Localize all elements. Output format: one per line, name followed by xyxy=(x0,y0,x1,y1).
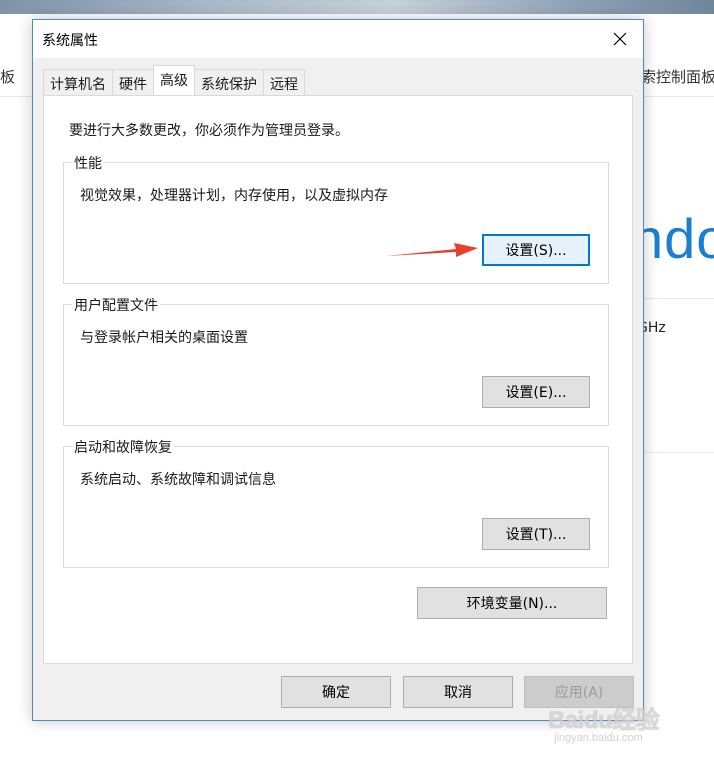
startup-recovery-group: 启动和故障恢复 系统启动、系统故障和调试信息 设置(T)... xyxy=(63,437,609,568)
background-divider xyxy=(644,298,714,299)
tab-remote[interactable]: 远程 xyxy=(263,69,305,95)
background-windows-brand-text: ndo xyxy=(632,207,714,270)
startup-recovery-settings-button[interactable]: 设置(T)... xyxy=(482,518,590,550)
baidu-jingyan-watermark: Baidu经验 jingyan.baidu.com xyxy=(548,700,688,760)
dialog-title: 系统属性 xyxy=(42,33,98,49)
background-divider xyxy=(0,96,32,97)
user-profiles-group: 用户配置文件 与登录帐户相关的桌面设置 设置(E)... xyxy=(63,295,609,426)
tab-system-protection[interactable]: 系统保护 xyxy=(194,69,264,95)
background-search-control-panel[interactable]: 索控制面板 xyxy=(641,66,714,87)
performance-group: 性能 视觉效果，处理器计划，内存使用，以及虚拟内存 设置(S)... xyxy=(63,153,609,284)
user-profiles-description: 与登录帐户相关的桌面设置 xyxy=(80,330,248,346)
system-properties-dialog: 系统属性 计算机名 硬件 高级 系统保护 远程 要进行大多数更改，你必须作为管理… xyxy=(32,19,644,721)
red-arrow-annotation xyxy=(386,243,478,257)
watermark-logo: Baidu经验 xyxy=(548,707,660,734)
environment-variables-button[interactable]: 环境变量(N)... xyxy=(417,587,607,619)
startup-recovery-group-label: 启动和故障恢复 xyxy=(72,437,174,457)
performance-settings-button[interactable]: 设置(S)... xyxy=(482,234,590,266)
tab-advanced[interactable]: 高级 xyxy=(153,65,195,95)
tab-computer-name[interactable]: 计算机名 xyxy=(43,69,113,95)
background-divider xyxy=(644,96,714,97)
tab-strip: 计算机名 硬件 高级 系统保护 远程 xyxy=(43,65,305,95)
background-breadcrumb[interactable]: 板 xyxy=(0,66,15,87)
background-divider xyxy=(644,452,714,453)
dialog-titlebar[interactable]: 系统属性 xyxy=(33,20,643,58)
user-profiles-settings-button[interactable]: 设置(E)... xyxy=(482,376,590,408)
advanced-tab-panel: 要进行大多数更改，你必须作为管理员登录。 性能 视觉效果，处理器计划，内存使用，… xyxy=(43,95,633,664)
performance-group-label: 性能 xyxy=(72,153,104,173)
watermark-url: jingyan.baidu.com xyxy=(554,732,643,744)
performance-description: 视觉效果，处理器计划，内存使用，以及虚拟内存 xyxy=(80,188,388,204)
cancel-button[interactable]: 取消 xyxy=(403,676,513,708)
close-icon xyxy=(613,32,627,46)
ok-button[interactable]: 确定 xyxy=(281,676,391,708)
tab-hardware[interactable]: 硬件 xyxy=(112,69,154,95)
startup-recovery-description: 系统启动、系统故障和调试信息 xyxy=(80,472,276,488)
admin-note: 要进行大多数更改，你必须作为管理员登录。 xyxy=(69,123,349,139)
close-button[interactable] xyxy=(597,20,643,58)
desktop-wallpaper-strip xyxy=(0,0,714,14)
user-profiles-group-label: 用户配置文件 xyxy=(72,295,160,315)
